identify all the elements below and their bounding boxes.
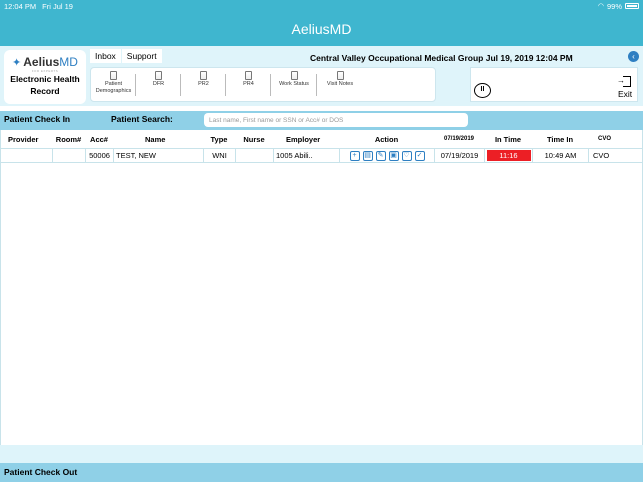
status-time: 12:04 PM	[4, 1, 37, 11]
col-timein[interactable]: Time In	[532, 132, 588, 146]
app-title: AeliusMD	[291, 21, 352, 37]
app-logo: ✦ AeliusMD FOR EXPERTS Electronic Health…	[4, 50, 86, 104]
print-icon[interactable]: ▣	[388, 150, 399, 161]
col-provider[interactable]: Provider	[0, 132, 52, 146]
toolbar-pr2[interactable]: PR2	[181, 68, 226, 101]
patient-search-input[interactable]	[204, 113, 468, 127]
status-date: Fri Jul 19	[42, 1, 73, 11]
col-name[interactable]: Name	[113, 132, 203, 146]
menu-inbox[interactable]: Inbox	[90, 49, 121, 63]
add-icon[interactable]: +	[349, 150, 360, 161]
org-and-datetime: Central Valley Occupational Medical Grou…	[310, 53, 573, 63]
cell-room	[52, 149, 85, 162]
table-header: Provider Room# Acc# Name Type Nurse Empl…	[0, 132, 643, 146]
checkin-grid	[0, 130, 643, 445]
document-icon	[155, 71, 162, 80]
col-employer[interactable]: Employer	[273, 132, 339, 146]
cell-provider	[0, 149, 52, 162]
app-title-bar: AeliusMD	[0, 12, 643, 46]
toolbar-dfr[interactable]: DFR	[136, 68, 181, 101]
toolbar-patient-demographics[interactable]: Patient Demographics	[91, 68, 136, 101]
cell-intime: 11:16	[484, 149, 532, 162]
status-bar: 12:04 PM Fri Jul 19 ◠ 99%	[0, 0, 643, 12]
top-menu: Inbox Support	[90, 49, 162, 63]
exit-icon[interactable]	[617, 76, 631, 87]
battery-percent: 99%	[606, 1, 622, 11]
cell-actions: + ▤ ✎ ▣ ♡ ✓	[339, 149, 434, 162]
document-toolbar: Patient Demographics DFR PR2 PR4 Work St…	[90, 67, 436, 102]
chevron-left-icon[interactable]: ‹	[628, 51, 639, 62]
check-icon[interactable]: ✓	[414, 150, 425, 161]
checkout-title: Patient Check Out	[4, 467, 78, 477]
document-icon[interactable]: ▤	[362, 150, 373, 161]
cell-employer: 1005 Abili..	[273, 149, 339, 162]
cell-cvo: CVO	[588, 149, 643, 162]
logo-ehr-line1: Electronic Health	[10, 74, 80, 84]
col-type[interactable]: Type	[203, 132, 235, 146]
col-date[interactable]: 07/19/2019	[434, 132, 484, 146]
cell-type: WNI	[203, 149, 235, 162]
table-row[interactable]: 50006 TEST, NEW WNI 1005 Abili.. + ▤ ✎ ▣…	[0, 148, 643, 163]
menu-support[interactable]: Support	[121, 49, 162, 63]
document-icon	[200, 71, 207, 80]
cell-timein: 10:49 AM	[532, 149, 588, 162]
cell-date: 07/19/2019	[434, 149, 484, 162]
document-icon	[245, 71, 252, 80]
cell-name: TEST, NEW	[113, 149, 203, 162]
toolbar-visit-notes[interactable]: Visit Notes	[317, 68, 363, 101]
col-action: Action	[374, 134, 399, 144]
logo-mark-icon: ✦	[12, 56, 22, 69]
battery-icon	[625, 3, 639, 9]
col-nurse[interactable]: Nurse	[235, 132, 273, 146]
checkout-header-bar	[0, 463, 643, 482]
document-icon	[290, 71, 298, 80]
col-acc[interactable]: Acc#	[85, 132, 113, 146]
toolbar-work-status[interactable]: Work Status	[271, 68, 317, 101]
logo-tagline: FOR EXPERTS	[31, 69, 59, 73]
intime-badge: 11:16	[486, 150, 531, 161]
edit-icon[interactable]: ✎	[375, 150, 386, 161]
search-label: Patient Search:	[111, 114, 173, 124]
logo-brand: AeliusMD	[23, 55, 78, 69]
document-icon	[110, 71, 117, 80]
col-intime[interactable]: In Time	[484, 132, 532, 146]
document-icon	[336, 71, 344, 80]
pause-button[interactable]: II	[474, 83, 491, 98]
cell-nurse	[235, 149, 273, 162]
toolbar-pr4[interactable]: PR4	[226, 68, 271, 101]
wifi-icon: ◠	[597, 3, 604, 10]
checkin-footer-band	[0, 445, 643, 463]
col-cvo[interactable]: CVO	[588, 132, 643, 146]
logo-ehr-line2: Record	[30, 86, 60, 96]
control-panel	[470, 67, 638, 102]
stethoscope-icon[interactable]: ♡	[401, 150, 412, 161]
cell-acc: 50006	[85, 149, 113, 162]
exit-button[interactable]: Exit	[618, 89, 632, 99]
checkin-title: Patient Check In	[4, 114, 71, 124]
col-room[interactable]: Room#	[52, 132, 85, 146]
